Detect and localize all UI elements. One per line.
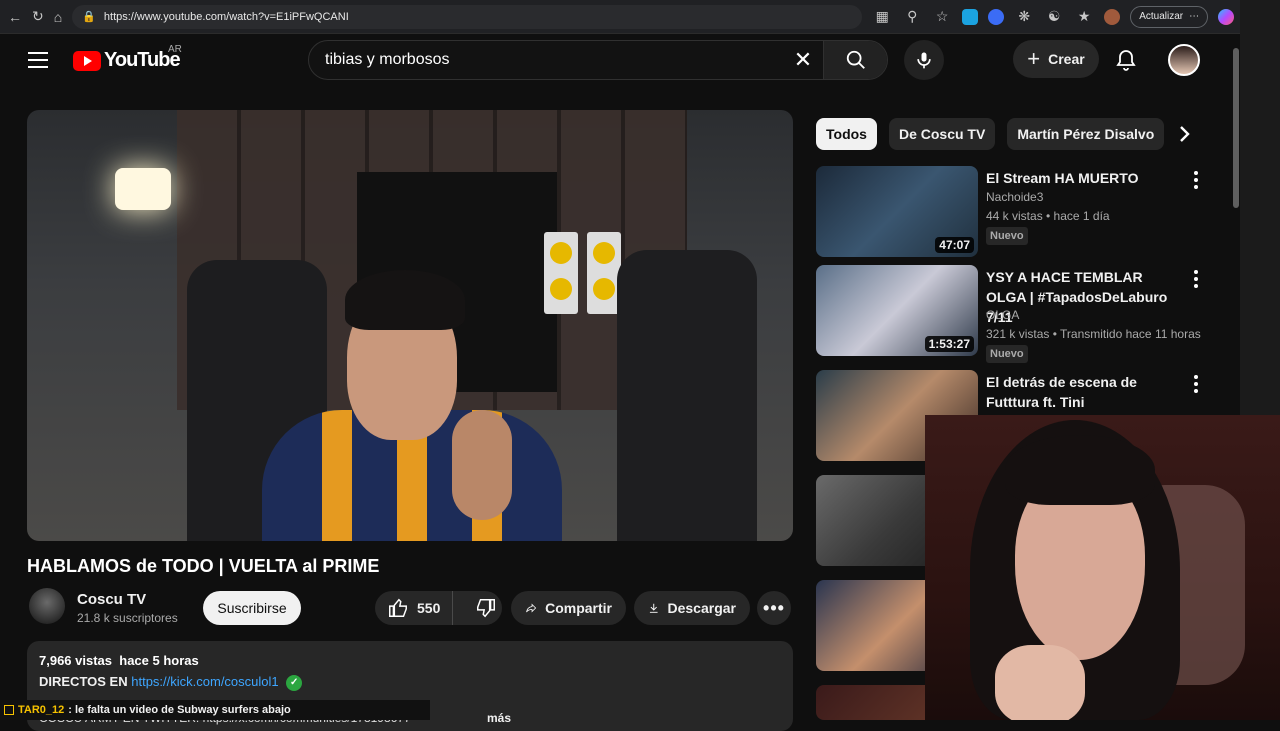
webcam-hand xyxy=(995,645,1085,720)
recommendation-meta: 44 k vistas • hace 1 día xyxy=(986,209,1110,223)
video-duration: 47:07 xyxy=(935,237,974,253)
update-button[interactable]: Actualizar ⋯ xyxy=(1130,5,1209,28)
more-vertical-icon[interactable] xyxy=(1190,374,1202,394)
stream-chat-overlay: TAR0_12 : le falta un video de Subway su… xyxy=(0,700,430,720)
country-code: AR xyxy=(168,44,182,55)
refresh-icon[interactable]: ↻ xyxy=(32,7,44,27)
more-vertical-icon[interactable] xyxy=(1190,269,1202,289)
recommendation-item[interactable]: 1:53:27 YSY A HACE TEMBLAR OLGA | #Tapad… xyxy=(816,265,1226,363)
description-meta: 7,966 vistas hace 5 horas xyxy=(39,653,781,668)
create-button[interactable]: + Crear xyxy=(1013,40,1099,78)
youtube-play-icon xyxy=(73,50,101,71)
more-icon: ⋯ xyxy=(1189,11,1200,22)
new-badge: Nuevo xyxy=(986,345,1028,363)
search-box[interactable]: tibias y morbosos ✕ xyxy=(308,40,888,80)
like-count: 550 xyxy=(417,600,441,616)
dislike-button[interactable] xyxy=(461,597,511,619)
thumbs-up-icon xyxy=(389,598,407,617)
webcam-overlay xyxy=(925,415,1280,720)
favorites-icon[interactable]: ★ xyxy=(1074,7,1094,27)
video-frame-person xyxy=(345,270,465,330)
video-thumbnail[interactable]: 1:53:27 xyxy=(816,265,978,356)
more-horizontal-icon: ••• xyxy=(763,597,785,618)
chat-message: : le falta un video de Subway surfers ab… xyxy=(68,704,291,716)
search-input[interactable]: tibias y morbosos xyxy=(309,51,783,69)
menu-icon[interactable] xyxy=(26,48,50,72)
copilot-icon[interactable] xyxy=(1218,8,1235,25)
notifications-bell-icon[interactable] xyxy=(1114,48,1138,72)
back-icon[interactable]: ← xyxy=(8,7,22,27)
url-text: https://www.youtube.com/watch?v=E1iPFwQC… xyxy=(103,10,349,23)
recommendation-channel[interactable]: Nachoide3 xyxy=(986,190,1043,204)
extensions-puzzle-icon[interactable]: ❋ xyxy=(1014,7,1034,27)
video-frame-chair xyxy=(617,250,757,541)
search-button[interactable] xyxy=(823,41,887,79)
chevron-right-icon[interactable] xyxy=(1172,122,1196,146)
video-frame-lamp xyxy=(115,168,171,210)
recommendation-title[interactable]: El Stream HA MUERTO xyxy=(986,168,1186,188)
youtube-logo[interactable]: YouTube xyxy=(73,49,181,72)
recommendation-title[interactable]: El detrás de escena de Futttura ft. Tini xyxy=(986,372,1186,412)
chip-martin-perez-disalvo[interactable]: Martín Pérez Disalvo xyxy=(1007,118,1165,150)
clear-search-icon[interactable]: ✕ xyxy=(783,47,823,73)
lock-icon: 🔒 xyxy=(82,11,96,23)
favorite-icon[interactable]: ☆ xyxy=(932,7,952,27)
subscriber-count: 21.8 k suscriptores xyxy=(77,611,178,625)
voice-search-button[interactable] xyxy=(904,40,944,80)
more-actions-button[interactable]: ••• xyxy=(757,591,791,625)
kick-link[interactable]: https://kick.com/cosculol1 xyxy=(131,674,278,689)
new-badge: Nuevo xyxy=(986,227,1028,245)
thumbs-down-icon xyxy=(477,599,496,618)
apps-icon[interactable]: ▦ xyxy=(872,7,892,27)
extension-icon[interactable] xyxy=(962,8,979,25)
like-dislike-group: 550 xyxy=(375,591,502,625)
youtube-header: YouTube AR tibias y morbosos ✕ + Crear xyxy=(0,34,1232,86)
chat-badge-icon xyxy=(4,705,14,715)
video-player[interactable] xyxy=(27,110,793,541)
video-frame-speaker xyxy=(587,232,621,314)
video-duration: 1:53:27 xyxy=(924,336,974,352)
scrollbar-thumb[interactable] xyxy=(1233,48,1239,208)
extension-icon[interactable] xyxy=(988,8,1005,25)
channel-avatar[interactable] xyxy=(29,588,65,624)
recommendation-meta: 321 k vistas • Transmitido hace 11 horas xyxy=(986,327,1201,341)
subscribe-button[interactable]: Suscribirse xyxy=(203,591,301,625)
verified-check-icon: ✓ xyxy=(286,674,303,691)
download-icon xyxy=(649,603,658,613)
video-thumbnail[interactable]: 47:07 xyxy=(816,166,978,257)
like-button[interactable]: 550 xyxy=(375,591,454,625)
download-button[interactable]: Descargar xyxy=(634,591,750,625)
home-icon[interactable]: ⌂ xyxy=(54,7,62,27)
video-frame-hand xyxy=(452,410,512,520)
description-line: DIRECTOS EN https://kick.com/cosculol1 ✓ xyxy=(39,674,781,691)
search-icon xyxy=(846,50,865,69)
channel-name[interactable]: Coscu TV xyxy=(77,591,146,608)
chat-username: TAR0_12 xyxy=(18,704,65,716)
browser-essentials-icon[interactable]: ☯ xyxy=(1044,7,1064,27)
browser-toolbar: ← ↻ ⌂ 🔒 https://www.youtube.com/watch?v=… xyxy=(0,0,1240,34)
recommendation-item[interactable]: 47:07 El Stream HA MUERTO Nachoide3 44 k… xyxy=(816,166,1226,258)
video-frame-speaker xyxy=(544,232,578,314)
share-icon xyxy=(526,603,537,613)
zoom-icon[interactable]: ⚲ xyxy=(902,7,922,27)
chip-todos[interactable]: Todos xyxy=(816,118,877,150)
view-count: 7,966 vistas xyxy=(39,653,113,668)
share-button[interactable]: Compartir xyxy=(511,591,626,625)
video-title: HABLAMOS de TODO | VUELTA al PRIME xyxy=(27,556,380,576)
more-vertical-icon[interactable] xyxy=(1190,170,1202,190)
show-more-link[interactable]: más xyxy=(487,711,511,725)
browser-side-panel xyxy=(1240,0,1280,415)
microphone-icon xyxy=(917,52,931,69)
profile-icon[interactable] xyxy=(1104,8,1121,25)
filter-chips: Todos De Coscu TV Martín Pérez Disalvo xyxy=(816,118,1165,150)
plus-icon: + xyxy=(1027,46,1041,71)
chip-de-coscu-tv[interactable]: De Coscu TV xyxy=(888,118,996,150)
address-bar[interactable]: 🔒 https://www.youtube.com/watch?v=E1iPFw… xyxy=(72,4,863,29)
upload-time: hace 5 horas xyxy=(119,653,199,668)
webcam-person xyxy=(1005,435,1155,505)
recommendation-channel[interactable]: OLGA xyxy=(986,308,1019,322)
user-avatar[interactable] xyxy=(1168,44,1200,76)
